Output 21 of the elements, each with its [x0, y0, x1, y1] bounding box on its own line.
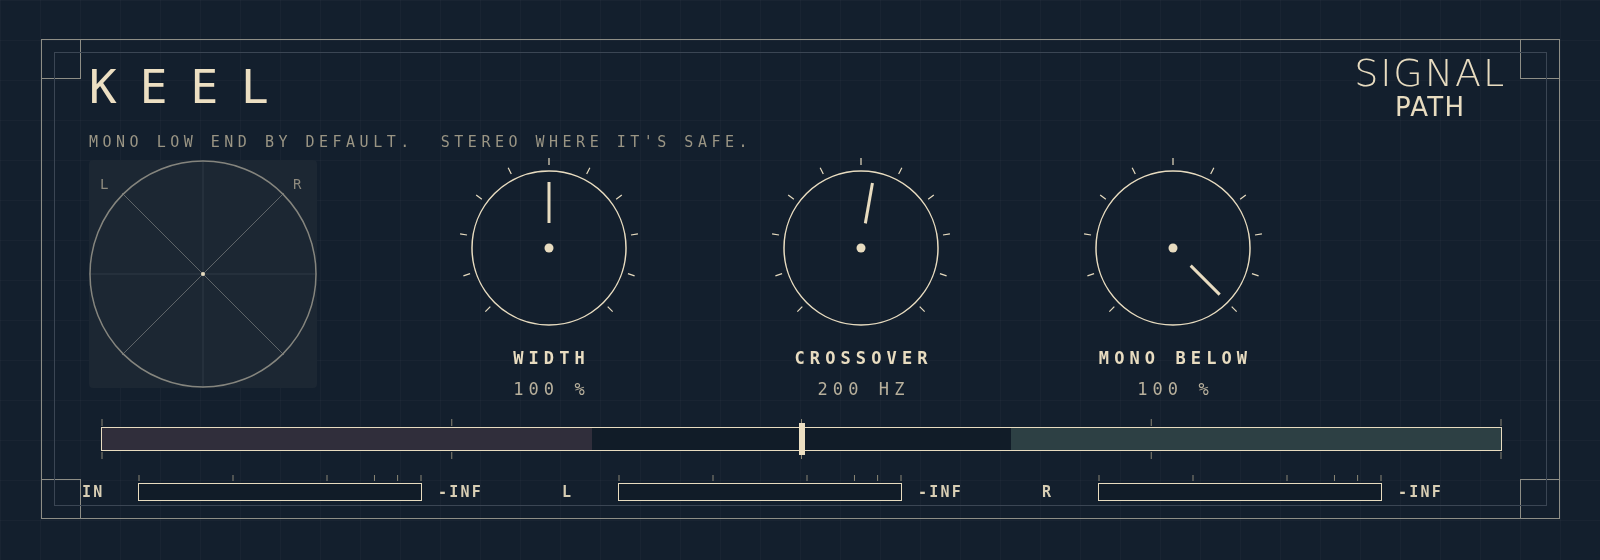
- knob[interactable]: [459, 157, 639, 326]
- knob[interactable]: [771, 157, 951, 326]
- tagline: MONO LOW END BY DEFAULT. STEREO WHERE IT'S SAFE.: [89, 132, 752, 153]
- meter-reading: -INF: [1398, 482, 1444, 501]
- plugin-title: KEEL: [89, 61, 293, 113]
- knob-value: 100 %: [1136, 378, 1214, 401]
- knob[interactable]: [1083, 157, 1263, 326]
- knob-value: 100 %: [512, 378, 590, 401]
- meter-reading: -INF: [918, 482, 964, 501]
- meter-label: L: [562, 482, 575, 501]
- scope-left-label: L: [100, 174, 109, 194]
- brand-logo: SIGNAL PATH: [1354, 53, 1506, 124]
- crossover-handle[interactable]: [798, 422, 805, 455]
- knob-label: WIDTH: [512, 346, 590, 370]
- knob-label: MONO BELOW: [1097, 346, 1253, 370]
- meter-reading: -INF: [438, 482, 484, 501]
- knob-value: 200 HZ: [816, 378, 910, 401]
- meter-label: IN: [82, 482, 106, 501]
- knob-label: CROSSOVER: [793, 346, 933, 370]
- scope-right-label: R: [293, 174, 302, 194]
- meter-label: R: [1042, 482, 1055, 501]
